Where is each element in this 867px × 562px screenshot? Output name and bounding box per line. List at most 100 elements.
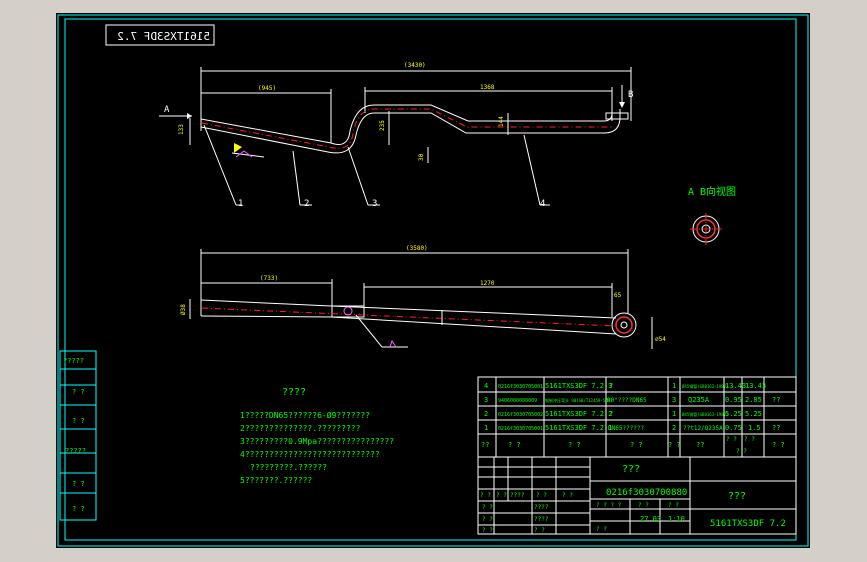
balloon-3: 3 xyxy=(372,199,377,209)
weld-flag-icon xyxy=(234,143,242,153)
svg-text:5161TXS3DF 7.2-3: 5161TXS3DF 7.2-3 xyxy=(545,382,612,390)
balloon-4: 4 xyxy=(540,199,545,209)
dim-h2-bottom: ∅54 xyxy=(655,336,666,343)
svg-text:? ?: ? ? xyxy=(480,492,491,499)
svg-text:? ?: ? ? xyxy=(638,502,649,509)
bom-row-1: 1 0216f3030705001 5161TXS3DF 7.2-1 DN65?… xyxy=(484,424,780,432)
dim-h4-top: 30 xyxy=(418,153,425,161)
dim-h2-top: 235 xyxy=(379,120,386,131)
svg-text:? ?: ? ? xyxy=(736,448,747,455)
balloon-2: 2 xyxy=(304,199,309,209)
dim-right-top-text: 1368 xyxy=(480,84,495,91)
technical-notes: ???? 1?????DN65??????6-Ø9??????? 2??????… xyxy=(240,387,394,485)
svg-text:? ?: ? ? xyxy=(508,441,521,449)
svg-text:? ?: ? ? xyxy=(482,516,493,523)
svg-text:0216f3030705001: 0216f3030705001 xyxy=(498,384,543,390)
svg-text:钢制冲压弯头 90(GB/T12459-5MM): 钢制冲压弯头 90(GB/T12459-5MM) xyxy=(545,397,612,403)
svg-text:????: ???? xyxy=(534,516,549,523)
svg-text:0216f3030705001: 0216f3030705001 xyxy=(498,426,543,432)
svg-text:2: 2 xyxy=(672,424,676,432)
svg-text:? ?: ? ? xyxy=(562,492,573,499)
svg-text:1: 1 xyxy=(672,382,676,390)
scale-value: 1:10 xyxy=(668,515,685,523)
svg-text:5161TXS3DF 7.2-2: 5161TXS3DF 7.2-2 xyxy=(545,410,612,418)
svg-text:13.43: 13.43 xyxy=(745,382,766,390)
bottom-view: (3580) (733) 1270 Ø38 ∅54 65 xyxy=(180,245,666,349)
drawing-number: 0216f3030700880 xyxy=(606,488,687,498)
weld-symbol-bottom-icon xyxy=(389,339,397,348)
left-strip-cell-1: ????? xyxy=(63,357,84,365)
pipe-top-centerline xyxy=(201,108,612,149)
svg-text:? ?: ? ? xyxy=(482,504,493,511)
svg-text:5161TXS3DF 7.2-1: 5161TXS3DF 7.2-1 xyxy=(545,424,612,432)
svg-text:Q235A: Q235A xyxy=(688,396,710,404)
dim-h1-top: 133 xyxy=(178,124,185,135)
pipe-bottom-centerline xyxy=(201,307,617,327)
left-strip-cell-3: ? ? xyxy=(72,417,85,425)
svg-text:? ?: ? ? xyxy=(536,492,547,499)
dim-h1-bottom: Ø38 xyxy=(180,304,187,315)
arrow-a-label: A xyxy=(164,105,170,115)
svg-text:??t12/Q235A: ??t12/Q235A xyxy=(683,425,723,432)
svg-text:DN65??????: DN65?????? xyxy=(608,425,645,432)
svg-text:? ?: ? ? xyxy=(668,502,679,509)
svg-text:3: 3 xyxy=(484,396,488,404)
svg-text:2: 2 xyxy=(484,410,488,418)
svg-text:? ?: ? ? xyxy=(630,441,643,449)
bom-row-2: 2 0216f3030705002 5161TXS3DF 7.2-2 ? 1 Ø… xyxy=(484,410,762,418)
svg-text:3: 3 xyxy=(672,396,676,404)
bom-row-4: 4 0216f3030705001 5161TXS3DF 7.2-3 ? 1 Ø… xyxy=(484,382,766,390)
left-strip-cell-4: ????? xyxy=(65,447,86,455)
svg-text:? ?: ? ? xyxy=(668,441,681,449)
svg-text:? ?: ? ? xyxy=(568,441,581,449)
pipe-top-outline-upper xyxy=(200,104,613,145)
note-line-4: 4???????????????????????????? xyxy=(240,450,380,459)
dim-left-bottom-text: (733) xyxy=(260,275,278,282)
note-line-6: 5???????.?????? xyxy=(240,476,312,485)
svg-text:Ø45钢管(GB8163-1987): Ø45钢管(GB8163-1987) xyxy=(682,411,729,417)
svg-text:? ?: ? ? xyxy=(772,441,785,449)
dim-total-top-text: (3430) xyxy=(404,62,426,69)
mirrored-code-group: 5161TXS3DF 7.2 xyxy=(105,24,215,46)
notes-title: ???? xyxy=(282,387,306,398)
note-line-3: 3?????????0.9Mpa???????????????? xyxy=(240,437,394,446)
svg-text:5.25: 5.25 xyxy=(725,410,742,418)
top-view: (3430) (945) 1368 133 235 144 30 A B 1 2… xyxy=(159,62,633,209)
bom-header-row: ?? ? ? ? ? ? ? ? ? ?? ? ? ? ? ? ? ? ? xyxy=(481,436,785,455)
arrow-b-label: B xyxy=(628,90,633,100)
bom-row-3: 3 9406000000009 钢制冲压弯头 90(GB/T12459-5MM)… xyxy=(484,396,780,404)
drawing-sheet: 5161TXS3DF 7.2 (3430) (945) 1368 133 235… xyxy=(56,13,810,548)
title-code: 5161TXS3DF 7.2 xyxy=(710,519,786,529)
note-line-5: ?????????.?????? xyxy=(250,463,327,472)
cad-drawing: 5161TXS3DF 7.2 (3430) (945) 1368 133 235… xyxy=(57,14,809,547)
inner-frame xyxy=(64,18,797,541)
svg-text:13.43: 13.43 xyxy=(725,382,746,390)
svg-text:1: 1 xyxy=(672,410,676,418)
svg-text:????: ???? xyxy=(534,504,549,511)
dim-right-bottom-text: 1270 xyxy=(480,280,495,287)
svg-text:??: ?? xyxy=(772,424,780,432)
svg-text:1.5: 1.5 xyxy=(748,424,761,432)
dim-left-top-text: (945) xyxy=(258,85,276,92)
svg-text:4: 4 xyxy=(484,382,488,390)
svg-text:9406000000009: 9406000000009 xyxy=(498,398,537,404)
mirrored-code: 5161TXS3DF 7.2 xyxy=(117,30,210,43)
left-strip-cell-6: ? ? xyxy=(72,505,85,513)
svg-text:? ?: ? ? xyxy=(482,527,493,534)
svg-text:? ?: ? ? xyxy=(744,436,755,443)
svg-text:? ?: ? ? xyxy=(496,492,507,499)
svg-text:0.75: 0.75 xyxy=(725,424,742,432)
svg-text:? ?: ? ? xyxy=(596,526,607,533)
balloon-1: 1 xyxy=(238,199,243,209)
svg-text:5.25: 5.25 xyxy=(745,410,762,418)
company-name: ??? xyxy=(728,491,746,502)
svg-text:?: ? xyxy=(609,382,613,390)
svg-text:??: ?? xyxy=(481,441,489,449)
svg-text:? ?: ? ? xyxy=(534,527,545,534)
svg-text:? ? ? ?: ? ? ? ? xyxy=(596,502,622,509)
svg-text:0.95: 0.95 xyxy=(725,396,742,404)
left-strip-cell-2: ? ? xyxy=(72,388,85,396)
svg-text:1: 1 xyxy=(484,424,488,432)
svg-text:0216f3030705002: 0216f3030705002 xyxy=(498,412,543,418)
weight-value: 27.03 xyxy=(640,515,661,523)
